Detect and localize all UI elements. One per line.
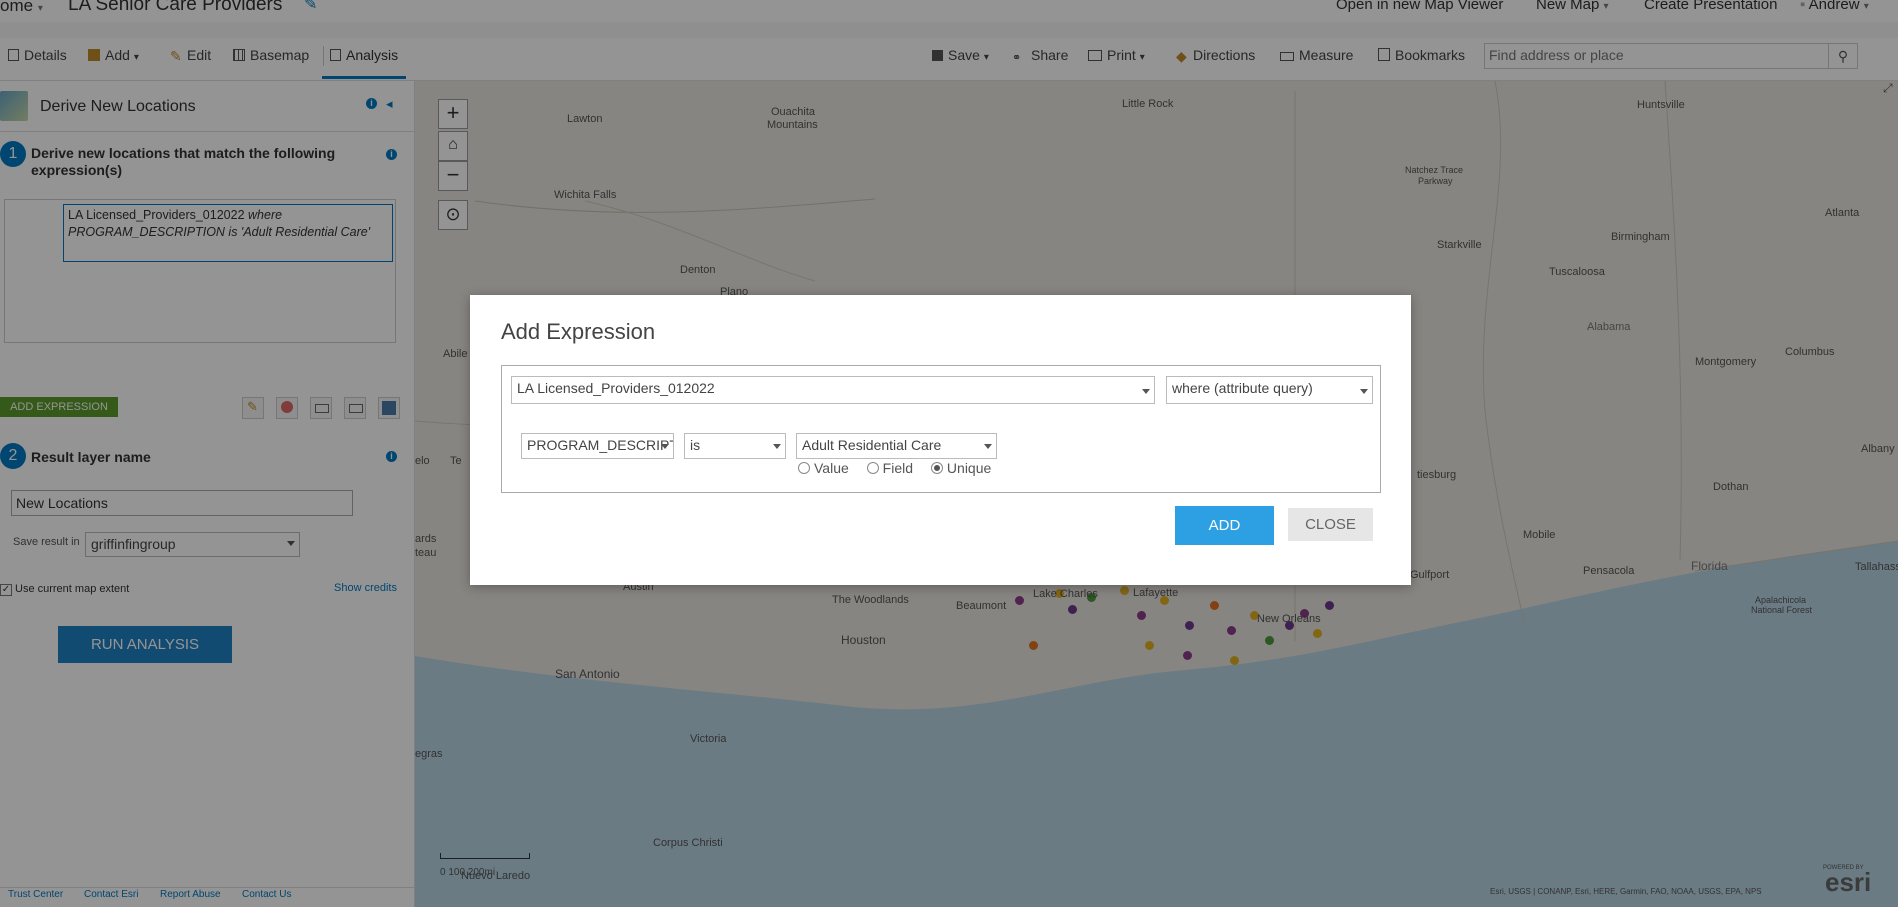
value-radio[interactable]: Value bbox=[798, 460, 849, 476]
query-type-select[interactable]: where (attribute query) bbox=[1166, 376, 1373, 404]
dialog-add-button[interactable]: ADD bbox=[1175, 506, 1274, 545]
dialog-title: Add Expression bbox=[501, 319, 656, 344]
value-source-radio-group: Value Field Unique bbox=[798, 460, 991, 476]
expression-builder: LA Licensed_Providers_012022 where (attr… bbox=[501, 365, 1381, 493]
unique-radio[interactable]: Unique bbox=[930, 460, 991, 476]
value-select[interactable]: Adult Residential Care bbox=[796, 433, 997, 459]
operator-select[interactable]: is bbox=[684, 433, 786, 459]
add-expression-dialog: Add Expression LA Licensed_Providers_012… bbox=[470, 295, 1411, 585]
layer-select[interactable]: LA Licensed_Providers_012022 bbox=[511, 376, 1155, 404]
dialog-close-button[interactable]: CLOSE bbox=[1288, 508, 1373, 541]
field-select[interactable]: PROGRAM_DESCRIPTION bbox=[521, 433, 674, 459]
field-radio[interactable]: Field bbox=[866, 460, 913, 476]
